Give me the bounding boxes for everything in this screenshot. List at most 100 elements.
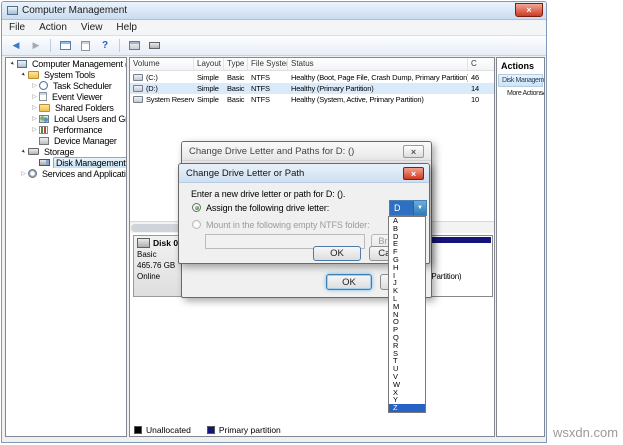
toolbar: ◀ ▶ ? [2,36,546,56]
drive-letter-option[interactable]: O [389,318,425,326]
column-header-capacity[interactable]: C [468,58,494,70]
chevron-down-icon[interactable]: ▼ [413,201,426,215]
filesystem-cell: NTFS [251,73,270,82]
services-icon [28,169,37,178]
disk-properties-icon[interactable] [145,38,163,53]
assign-letter-radio[interactable] [192,203,201,212]
drive-letter-option[interactable]: H [389,264,425,272]
drive-letter-option[interactable]: B [389,225,425,233]
tree-item-device-manager[interactable]: Device Manager [6,135,126,146]
unallocated-swatch [134,426,142,434]
type-cell: Basic [227,95,245,104]
actions-panel: Actions Disk Management ▴ More Actions ▸ [496,57,545,437]
list-header: Volume Layout Type File System Status C [130,58,494,71]
expander-closed-icon[interactable]: ▷ [30,104,39,111]
column-header-volume[interactable]: Volume [130,58,194,70]
actions-section-disk-management[interactable]: Disk Management ▴ [498,74,544,87]
tree-item-event-viewer[interactable]: ▷ Event Viewer [6,91,126,102]
drive-letter-option[interactable]: G [389,256,425,264]
tree-item-task-scheduler[interactable]: ▷ Task Scheduler [6,80,126,91]
column-header-status[interactable]: Status [288,58,468,70]
menu-view[interactable]: View [74,22,110,33]
drive-letter-combobox[interactable]: D ▼ [389,200,427,216]
drive-letter-option[interactable]: E [389,240,425,248]
expander-closed-icon[interactable]: ▷ [30,126,39,133]
actions-section-label: Disk Management [502,77,544,84]
folder-icon [28,70,39,79]
drive-letter-option[interactable]: U [389,365,425,373]
expander-closed-icon[interactable]: ▷ [30,93,39,100]
tree-item-shared-folders[interactable]: ▷ Shared Folders [6,102,126,113]
ok-button[interactable]: OK [313,246,361,261]
drive-letter-option[interactable]: M [389,303,425,311]
capacity-cell: 10 [471,95,479,104]
drive-letter-option[interactable]: T [389,357,425,365]
drive-letter-option-selected[interactable]: Z [389,404,425,412]
shared-folders-icon [39,103,50,112]
window-close-button[interactable]: × [515,3,543,17]
mount-folder-radio[interactable] [192,220,201,229]
mount-folder-label: Mount in the following empty NTFS folder… [206,220,370,230]
volume-row-c[interactable]: (C:) Simple Basic NTFS Healthy (Boot, Pa… [130,72,494,83]
volume-icon [133,85,143,92]
help-icon[interactable]: ? [96,38,114,53]
drive-letter-option[interactable]: P [389,326,425,334]
drive-letter-option[interactable]: W [389,381,425,389]
volume-name: (C:) [146,73,158,82]
back-arrow-icon[interactable]: ◀ [7,38,25,53]
drive-letter-option[interactable]: N [389,311,425,319]
drive-letter-option[interactable]: D [389,233,425,241]
column-header-filesystem[interactable]: File System [248,58,288,70]
volume-row-system-reserved[interactable]: System Reserved Simple Basic NTFS Health… [130,94,494,105]
tree-item-services-applications[interactable]: ▷ Services and Applications [6,168,126,179]
volume-row-d[interactable]: (D:) Simple Basic NTFS Healthy (Primary … [130,83,494,94]
dialog-title-bar[interactable]: Change Drive Letter or Path [179,164,429,183]
event-viewer-icon [39,92,47,101]
column-header-type[interactable]: Type [224,58,248,70]
drive-letter-option[interactable]: A [389,217,425,225]
dialog-title-bar[interactable]: Change Drive Letter and Paths for D: () [182,142,431,161]
dialog-title: Change Drive Letter and Paths for D: () [189,145,355,157]
menu-file[interactable]: File [2,22,32,33]
type-cell: Basic [227,73,245,82]
drive-letter-option[interactable]: X [389,389,425,397]
tree-item-local-users-groups[interactable]: ▷ Local Users and Groups [6,113,126,124]
drive-letter-option[interactable]: S [389,350,425,358]
console-tree-panel: ▸ Computer Management (Local) ▸ System T… [5,57,127,437]
drive-letter-option[interactable]: Q [389,334,425,342]
dialog-close-button[interactable]: × [403,167,424,180]
drive-letter-option[interactable]: K [389,287,425,295]
dialog-close-button[interactable]: × [403,145,424,158]
tree-item-computer-management[interactable]: ▸ Computer Management (Local) [6,58,126,69]
layout-cell: Simple [197,73,219,82]
tree-item-disk-management[interactable]: Disk Management [6,157,126,168]
menu-help[interactable]: Help [109,22,144,33]
expander-closed-icon[interactable]: ▷ [30,82,39,89]
title-bar[interactable]: Computer Management [2,2,546,20]
type-cell: Basic [227,84,245,93]
console-tree-icon[interactable] [56,38,74,53]
expander-closed-icon[interactable]: ▷ [30,115,39,122]
volume-icon [133,74,143,81]
menu-action[interactable]: Action [32,22,74,33]
drive-letter-option[interactable]: L [389,295,425,303]
column-header-layout[interactable]: Layout [194,58,224,70]
more-actions-item[interactable]: More Actions ▸ [497,87,544,97]
export-list-icon[interactable] [76,38,94,53]
forward-arrow-icon[interactable]: ▶ [27,38,45,53]
disk-view-icon[interactable] [125,38,143,53]
drive-letter-option[interactable]: J [389,279,425,287]
volume-name: System Reserved [146,95,194,104]
drive-letter-option[interactable]: R [389,342,425,350]
tree-item-performance[interactable]: ▷ Performance [6,124,126,135]
expander-closed-icon[interactable]: ▷ [19,170,28,177]
storage-icon [28,148,39,155]
drive-letter-option[interactable]: Y [389,396,425,404]
legend-primary-label: Primary partition [218,425,281,435]
ok-button[interactable]: OK [326,274,372,290]
drive-letter-option[interactable]: F [389,248,425,256]
tree-item-system-tools[interactable]: ▸ System Tools [6,69,126,80]
drive-letter-option[interactable]: I [389,272,425,280]
tree-item-storage[interactable]: ▸ Storage [6,146,126,157]
drive-letter-option[interactable]: V [389,373,425,381]
